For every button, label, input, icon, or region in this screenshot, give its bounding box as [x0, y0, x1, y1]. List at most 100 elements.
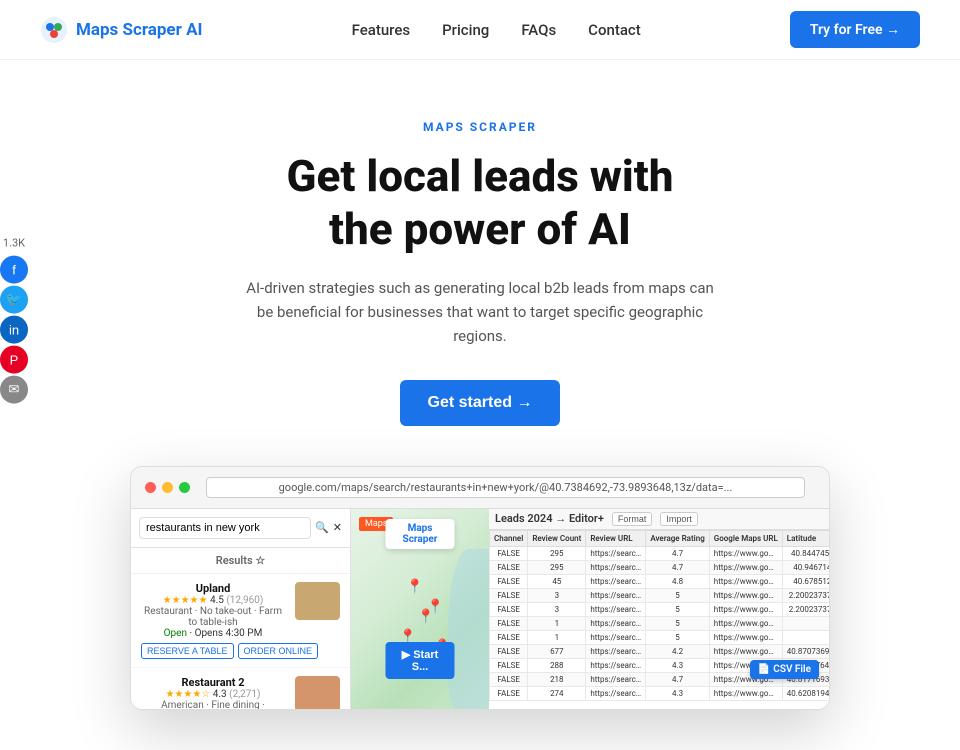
logo-link[interactable]: Maps Scraper AI — [40, 16, 202, 44]
col-review-count: Review Count — [528, 530, 586, 546]
table-cell: 5 — [646, 588, 709, 602]
hero-title-line1: Get local leads with — [287, 150, 674, 202]
result-buttons: RESERVE A TABLE ORDER ONLINE — [141, 643, 340, 659]
table-cell: https://search.c. — [586, 644, 646, 658]
table-cell: FALSE — [490, 616, 528, 630]
result-type-2: American · Fine dining · American fine d… — [141, 700, 285, 709]
table-cell: 4.3 — [646, 658, 709, 672]
nav-features[interactable]: Features — [352, 21, 410, 39]
hero-title-line2: the power of AI — [329, 203, 631, 255]
table-cell: 3 — [528, 588, 586, 602]
csv-label: CSV File — [773, 664, 811, 675]
hero-tag: MAPS SCRAPER — [423, 120, 537, 134]
table-header-row: Channel Review Count Review URL Average … — [490, 530, 830, 546]
mockup-body: 🔍 ✕ Results ☆ Upland ★★★★★ 4.5 (12,960) … — [131, 509, 829, 709]
sheet-format-button[interactable]: Format — [612, 512, 653, 526]
mockup-container: google.com/maps/search/restaurants+in+ne… — [90, 466, 870, 710]
nav-faqs[interactable]: FAQs — [521, 21, 556, 39]
sheet-import-button[interactable]: Import — [660, 512, 698, 526]
table-cell: https://www.google. — [709, 686, 782, 700]
search-icon: 🔍 — [315, 521, 329, 534]
map-scraper-badge: Maps Scraper — [386, 519, 455, 549]
table-cell: FALSE — [490, 588, 528, 602]
table-cell: 218 — [528, 672, 586, 686]
table-cell: https://www.google. — [709, 588, 782, 602]
table-cell: https://search.c. — [586, 630, 646, 644]
table-cell: 5 — [646, 602, 709, 616]
result-status: Open · Opens 4:30 PM — [141, 628, 285, 639]
nav-cta-button[interactable]: Try for Free → — [790, 11, 920, 48]
result-stars-2: ★★★★☆ 4.3 (2,271) — [141, 689, 285, 700]
table-row: FALSE677https://search.c.4.2https://www.… — [490, 644, 830, 658]
col-avg-rating: Average Rating — [646, 530, 709, 546]
table-cell: 5 — [646, 630, 709, 644]
pinterest-share-button[interactable]: P — [0, 346, 28, 374]
table-row: FALSE274https://search.c.4.3https://www.… — [490, 686, 830, 700]
table-cell: FALSE — [490, 574, 528, 588]
maps-result-item: Upland ★★★★★ 4.5 (12,960) Restaurant · N… — [131, 574, 350, 668]
url-bar: google.com/maps/search/restaurants+in+ne… — [206, 477, 805, 498]
table-cell: FALSE — [490, 672, 528, 686]
nav-contact[interactable]: Contact — [588, 21, 641, 39]
map-pin-1: 📍 — [406, 579, 423, 595]
table-row: FALSE45https://search.c.4.8https://www.g… — [490, 574, 830, 588]
table-cell: https://www.google. — [709, 574, 782, 588]
hero-section: MAPS SCRAPER Get local leads with the po… — [0, 60, 960, 750]
table-cell: https://www.google. — [709, 602, 782, 616]
table-cell: https://search.c. — [586, 602, 646, 616]
csv-file-badge: 📄 CSV File — [750, 660, 819, 679]
table-cell: 295 — [528, 560, 586, 574]
table-cell: 40.8447455 — [782, 546, 829, 560]
maps-result-item: Restaurant 2 ★★★★☆ 4.3 (2,271) American … — [131, 668, 350, 709]
table-cell: FALSE — [490, 560, 528, 574]
nav-pricing[interactable]: Pricing — [442, 21, 489, 39]
social-count: 1.3K — [3, 237, 25, 250]
table-cell: 4.8 — [646, 574, 709, 588]
table-cell: FALSE — [490, 658, 528, 672]
table-cell: 4.7 — [646, 546, 709, 560]
table-cell: 288 — [528, 658, 586, 672]
table-cell: 5 — [646, 616, 709, 630]
reserve-button[interactable]: RESERVE A TABLE — [141, 643, 234, 659]
table-cell — [782, 616, 829, 630]
map-start-button[interactable]: ▶ Start S... — [386, 642, 455, 679]
table-cell: 677 — [528, 644, 586, 658]
sheet-toolbar: Leads 2024 → Editor+ Format Import — [489, 509, 829, 530]
hero-cta-button[interactable]: Get started → — [400, 380, 561, 426]
table-cell: 295 — [528, 546, 586, 560]
hero-title: Get local leads with the power of AI — [287, 150, 674, 256]
table-cell: https://search.c. — [586, 616, 646, 630]
table-cell: 4.7 — [646, 672, 709, 686]
table-row: FALSE1https://search.c.5https://www.goog… — [490, 630, 830, 644]
table-cell: FALSE — [490, 546, 528, 560]
table-row: FALSE3https://search.c.5https://www.goog… — [490, 602, 830, 616]
table-cell: FALSE — [490, 686, 528, 700]
logo-icon — [40, 16, 68, 44]
table-cell: FALSE — [490, 630, 528, 644]
table-cell: https://www.google. — [709, 644, 782, 658]
result-thumbnail — [295, 582, 340, 620]
maps-search-bar: 🔍 ✕ — [131, 509, 350, 548]
order-online-button[interactable]: ORDER ONLINE — [238, 643, 319, 659]
window-minimize-dot — [162, 482, 173, 493]
table-cell: FALSE — [490, 602, 528, 616]
table-row: FALSE3https://search.c.5https://www.goog… — [490, 588, 830, 602]
col-maps-url: Google Maps URL — [709, 530, 782, 546]
window-maximize-dot — [179, 482, 190, 493]
col-lat: Latitude — [782, 530, 829, 546]
map-area: Maps Maps Scraper 📍 📍 📍 📍 📍 📍 ▶ Start S.… — [351, 509, 489, 709]
facebook-share-button[interactable]: f — [0, 256, 28, 284]
table-row: FALSE1https://search.c.5https://www.goog… — [490, 616, 830, 630]
table-cell: 274 — [528, 686, 586, 700]
table-cell — [782, 630, 829, 644]
result-stars: ★★★★★ 4.5 (12,960) — [141, 595, 285, 606]
maps-left-panel: 🔍 ✕ Results ☆ Upland ★★★★★ 4.5 (12,960) … — [131, 509, 351, 709]
sheet-title: Leads 2024 → Editor+ — [495, 512, 604, 525]
result-name: Upland — [141, 582, 285, 595]
maps-search-input[interactable] — [139, 517, 311, 539]
linkedin-share-button[interactable]: in — [0, 316, 28, 344]
file-icon: 📄 — [758, 664, 770, 675]
result-type: Restaurant · No take-out · Farm to table… — [141, 606, 285, 628]
email-share-button[interactable]: ✉ — [0, 376, 28, 404]
twitter-share-button[interactable]: 🐦 — [0, 286, 28, 314]
